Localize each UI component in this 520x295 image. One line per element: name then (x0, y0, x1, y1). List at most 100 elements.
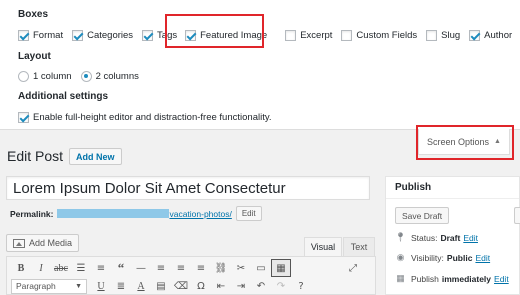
editor-toolbar: B I abc ☰ ≡ “ — ≡ ≡ ≡ ⛓ ✂ ▭ ▦ ⤢ Paragrap… (6, 256, 376, 295)
box-custom-fields-toggle[interactable]: Custom Fields (341, 29, 418, 41)
align-right-icon[interactable]: ≡ (191, 259, 211, 277)
status-pin-icon: 📍︎ (394, 232, 407, 242)
schedule-value: immediately (441, 273, 492, 284)
preview-button[interactable] (514, 207, 520, 224)
toolbar-toggle-icon[interactable]: ▦ (271, 259, 291, 277)
toolbar-row-2: Paragraph ▼ U ≣ A ▤ ⌫ Ω ⇤ ⇥ ↶ ↷ ? (11, 277, 311, 295)
screen-options-highlight (416, 125, 514, 160)
box-categories-checkbox[interactable] (72, 29, 84, 41)
box-author-label: Author (484, 29, 513, 41)
post-title-input[interactable]: Lorem Ipsum Dolor Sit Amet Consectetur (6, 176, 370, 200)
blockquote-icon[interactable]: “ (111, 259, 131, 277)
box-slug-checkbox[interactable] (426, 29, 438, 41)
save-draft-button[interactable]: Save Draft (395, 207, 450, 224)
status-line: 📍︎ Status: Draft Edit (395, 232, 478, 243)
permalink-edit-button[interactable]: Edit (235, 206, 262, 221)
permalink-row: Permalink: vacation-photos/ Edit (10, 206, 262, 221)
fullheight-toggle[interactable]: Enable full-height editor and distractio… (18, 111, 272, 123)
visibility-line: ◉ Visibility: Public Edit (395, 252, 491, 263)
remove-link-icon[interactable]: ✂ (231, 259, 251, 277)
horizontal-line-icon[interactable]: — (131, 259, 151, 277)
media-icon (13, 238, 25, 248)
visibility-edit-link[interactable]: Edit (475, 253, 490, 263)
clear-formatting-icon[interactable]: ⌫ (171, 277, 191, 295)
box-excerpt-label: Excerpt (300, 29, 333, 41)
italic-icon[interactable]: I (31, 259, 51, 277)
box-custom-fields-label: Custom Fields (356, 29, 418, 41)
box-format-label: Format (33, 29, 64, 41)
justify-icon[interactable]: ≣ (111, 277, 131, 295)
undo-icon[interactable]: ↶ (251, 277, 271, 295)
box-author-toggle[interactable]: Author (469, 29, 513, 41)
additional-settings-heading: Additional settings (18, 91, 108, 102)
paste-as-text-icon[interactable]: ▤ (151, 277, 171, 295)
add-media-label: Add Media (29, 238, 73, 248)
redo-icon[interactable]: ↷ (271, 277, 291, 295)
box-excerpt-toggle[interactable]: Excerpt (285, 29, 333, 41)
boxes-heading: Boxes (18, 9, 49, 20)
calendar-icon: ▦ (396, 273, 405, 283)
boxes-checkbox-row: Format Categories Tags Featured Image Ex… (18, 28, 520, 42)
fullscreen-icon[interactable]: ⤢ (343, 259, 363, 277)
toolbar-row-1: B I abc ☰ ≡ “ — ≡ ≡ ≡ ⛓ ✂ ▭ ▦ ⤢ (11, 259, 363, 277)
tab-visual[interactable]: Visual (304, 237, 342, 256)
box-categories-toggle[interactable]: Categories (72, 29, 134, 41)
box-slug-label: Slug (441, 29, 461, 41)
schedule-line: ▦ Publish immediately Edit (395, 273, 509, 284)
add-media-button[interactable]: Add Media (6, 234, 80, 252)
box-categories-label: Categories (87, 29, 134, 41)
box-slug-toggle[interactable]: Slug (426, 29, 461, 41)
layout-2-columns-label: 2 columns (95, 70, 139, 82)
status-label: Status: (411, 232, 438, 243)
layout-1-column-label: 1 column (33, 70, 72, 82)
box-format-checkbox[interactable] (18, 29, 29, 41)
layout-1-column-option[interactable]: 1 column (18, 70, 72, 82)
permalink-redacted-url (57, 209, 170, 218)
outdent-icon[interactable]: ⇤ (211, 277, 231, 295)
publish-box: Publish Save Draft 📍︎ Status: Draft Edit… (385, 176, 520, 295)
underline-icon[interactable]: U (91, 277, 111, 295)
status-edit-link[interactable]: Edit (463, 233, 478, 243)
special-character-icon[interactable]: Ω (191, 277, 211, 295)
box-author-checkbox[interactable] (469, 29, 481, 41)
help-icon[interactable]: ? (291, 277, 311, 295)
fullheight-row: Enable full-height editor and distractio… (18, 110, 281, 124)
read-more-icon[interactable]: ▭ (251, 259, 271, 277)
indent-icon[interactable]: ⇥ (231, 277, 251, 295)
box-custom-fields-checkbox[interactable] (341, 29, 353, 41)
bold-icon[interactable]: B (11, 259, 31, 277)
fullheight-checkbox[interactable] (18, 111, 29, 123)
text-color-icon[interactable]: A (131, 277, 151, 295)
permalink-label: Permalink: (10, 208, 54, 219)
tab-text[interactable]: Text (343, 237, 375, 256)
featured-image-highlight (165, 14, 264, 48)
layout-1-column-radio[interactable] (18, 70, 29, 82)
numbered-list-icon[interactable]: ≡ (91, 259, 111, 277)
box-format-toggle[interactable]: Format (18, 29, 64, 41)
publish-heading: Publish (386, 177, 519, 199)
align-left-icon[interactable]: ≡ (151, 259, 171, 277)
visibility-label: Visibility: (411, 252, 444, 263)
permalink-slug-link[interactable]: vacation-photos/ (169, 209, 231, 219)
page-title: Edit Post (7, 148, 64, 164)
format-select-value: Paragraph (16, 281, 56, 291)
chevron-down-icon: ▼ (75, 282, 82, 290)
layout-radio-row: 1 column 2 columns (18, 69, 148, 83)
status-value: Draft (440, 232, 461, 243)
box-tags-checkbox[interactable] (142, 29, 154, 41)
schedule-edit-link[interactable]: Edit (494, 274, 509, 284)
layout-heading: Layout (18, 51, 51, 62)
screen-options-panel: Boxes Format Categories Tags Featured Im… (0, 0, 520, 130)
layout-2-columns-option[interactable]: 2 columns (80, 70, 139, 82)
align-center-icon[interactable]: ≡ (171, 259, 191, 277)
fullheight-label: Enable full-height editor and distractio… (33, 111, 272, 123)
insert-link-icon[interactable]: ⛓ (211, 259, 231, 277)
layout-2-columns-radio[interactable] (80, 70, 92, 82)
box-excerpt-checkbox[interactable] (285, 29, 297, 41)
eye-icon: ◉ (396, 252, 405, 262)
schedule-label: Publish (411, 273, 439, 284)
add-new-button[interactable]: Add New (69, 148, 122, 165)
strikethrough-icon[interactable]: abc (51, 259, 71, 277)
format-select[interactable]: Paragraph ▼ (11, 278, 87, 294)
bulleted-list-icon[interactable]: ☰ (71, 259, 91, 277)
